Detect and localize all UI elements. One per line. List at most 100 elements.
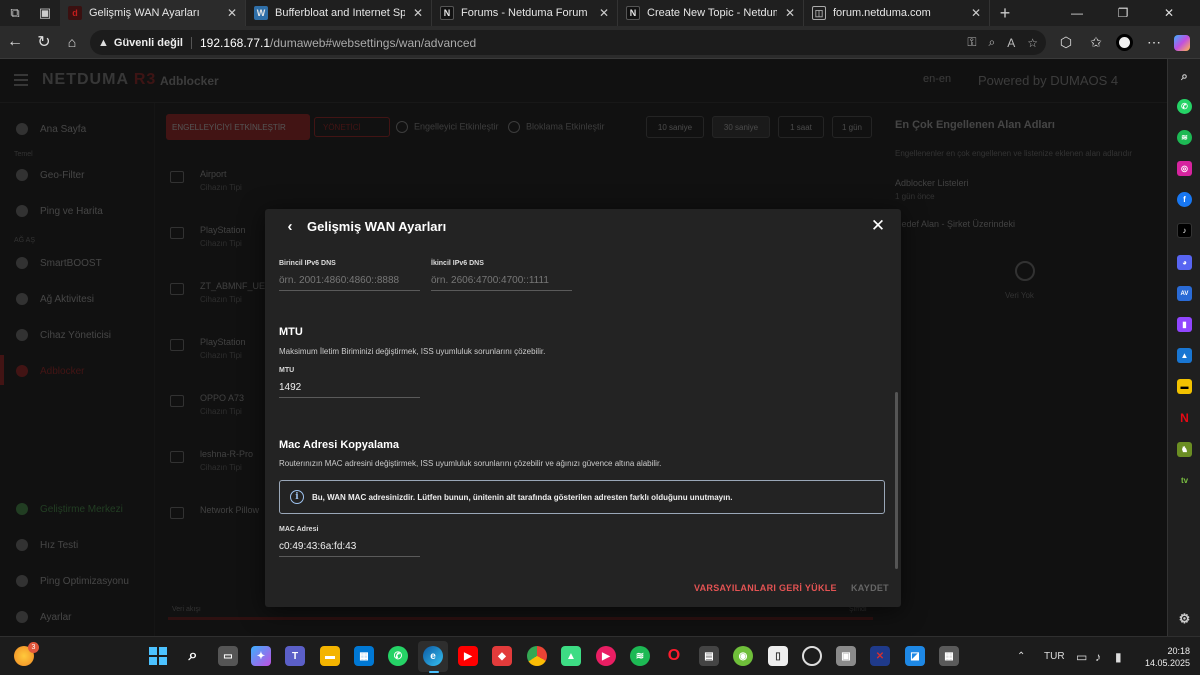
range-30s[interactable]: 30 saniye — [712, 116, 770, 138]
workspaces-icon[interactable]: ⧉ — [0, 0, 30, 26]
sidebar-item[interactable]: Ping Optimizasyonu — [16, 575, 129, 587]
scroll-thumb[interactable] — [895, 392, 898, 569]
clock[interactable]: 20:18 14.05.2025 — [1138, 645, 1190, 669]
chrome-icon[interactable] — [527, 646, 547, 666]
tray-chevron-icon[interactable]: ⌃ — [1017, 637, 1025, 675]
close-tab-icon[interactable]: ✕ — [227, 6, 237, 20]
bluestacks-icon[interactable]: ▲ — [561, 646, 581, 666]
url-field[interactable]: ▲ Güvenli değil 192.168.77.1 /dumaweb#we… — [90, 30, 1046, 55]
toggle-label[interactable]: Engelleyici Etkinleştir — [396, 121, 499, 133]
file-explorer-icon[interactable]: ▬ — [320, 646, 340, 666]
close-tab-icon[interactable]: ✕ — [785, 6, 795, 20]
sidebar-item[interactable]: Ping ve Harita — [16, 205, 103, 217]
restore-defaults-button[interactable]: VARSAYILANLARI GERİ YÜKLE — [694, 583, 837, 593]
tv-icon[interactable]: tv — [1177, 473, 1192, 488]
device-row[interactable]: ZT_ABMNF_UE Cihazın Tipi — [170, 281, 265, 304]
favorites-icon[interactable]: ✩ — [1082, 26, 1110, 59]
notes-icon[interactable]: ▬ — [1177, 379, 1192, 394]
enable-blocker-button[interactable]: ENGELLEYİCİYİ ETKİNLEŞTİR — [166, 114, 310, 140]
start-icon[interactable] — [148, 646, 168, 666]
range-1h[interactable]: 1 saat — [778, 116, 824, 138]
tab-create-topic[interactable]: N Create New Topic - Netduma Foru ✕ — [618, 0, 804, 26]
mtu-input[interactable]: 1492 — [279, 378, 420, 398]
favorite-star-icon[interactable]: ☆ — [1027, 36, 1038, 50]
sidebar-item[interactable]: Geliştirme Merkezi — [16, 503, 123, 515]
close-tab-icon[interactable]: ✕ — [971, 6, 981, 20]
sidebar-item-active[interactable]: Adblocker — [16, 365, 84, 377]
sidebar-item[interactable]: Hız Testi — [16, 539, 78, 551]
microsoft-store-icon[interactable]: ▤ — [699, 646, 719, 666]
sidebar-item[interactable]: Ağ Aktivitesi — [16, 293, 94, 305]
twitch-icon[interactable]: ▮ — [1177, 317, 1192, 332]
remote-icon[interactable]: ◪ — [905, 646, 925, 666]
refresh-icon[interactable]: ↻ — [29, 27, 59, 57]
store-icon[interactable]: ▦ — [354, 646, 374, 666]
more-menu-icon[interactable]: ⋯ — [1140, 26, 1168, 59]
save-button[interactable]: KAYDET — [851, 583, 889, 593]
security-warning[interactable]: ▲ Güvenli değil — [98, 36, 192, 49]
opera-icon[interactable]: O — [664, 646, 684, 666]
speedometer-icon[interactable] — [802, 646, 822, 666]
app-icon[interactable]: ◉ — [733, 646, 753, 666]
device-row[interactable]: leshna-R-Pro Cihazın Tipi — [170, 449, 260, 472]
tiktok-icon[interactable]: ♪ — [1177, 223, 1192, 238]
minimize-icon[interactable]: — — [1054, 0, 1100, 26]
back-icon[interactable]: ← — [0, 27, 30, 57]
volume-icon[interactable]: ♪ — [1095, 637, 1101, 675]
key-icon[interactable]: ⚿ — [967, 35, 976, 50]
discord-icon[interactable]: ◕ — [1177, 255, 1192, 270]
ipv6-secondary-input[interactable]: örn. 2606:4700:4700::1111 — [431, 271, 572, 291]
music-icon[interactable]: ▶ — [596, 646, 616, 666]
ipv6-primary-input[interactable]: örn. 2001:4860:4860::8888 — [279, 271, 420, 291]
netflix-icon[interactable]: N — [1177, 410, 1192, 425]
read-aloud-icon[interactable]: A — [1007, 36, 1015, 50]
tab-actions-icon[interactable]: ▣ — [30, 0, 60, 26]
calculator-icon[interactable]: ▦ — [939, 646, 959, 666]
edge-icon[interactable]: e — [423, 646, 443, 666]
profile-avatar-icon[interactable] — [1110, 26, 1138, 59]
search-icon[interactable]: ⌕ — [1177, 69, 1192, 84]
tab-gelismis-wan[interactable]: d Gelişmiş WAN Ayarları ✕ — [60, 0, 246, 26]
uk-flag-icon[interactable]: ✕ — [870, 646, 890, 666]
sidebar-item[interactable]: Ana Sayfa — [16, 123, 86, 135]
facebook-icon[interactable]: f — [1177, 192, 1192, 207]
sidebar-item[interactable]: Ayarlar — [16, 611, 72, 623]
sidebar-item[interactable]: SmartBOOST — [16, 257, 102, 269]
device-row[interactable]: PlayStation Cihazın Tipi — [170, 337, 260, 360]
chess-icon[interactable]: ♞ — [1177, 442, 1192, 457]
system-icon[interactable]: ▣ — [836, 646, 856, 666]
home-icon[interactable]: ⌂ — [57, 27, 87, 57]
battery-icon[interactable]: ▮ — [1115, 637, 1122, 675]
copilot-icon[interactable] — [1168, 26, 1196, 59]
whatsapp-icon[interactable]: ✆ — [1177, 99, 1192, 114]
range-1d[interactable]: 1 gün — [832, 116, 872, 138]
close-window-icon[interactable]: ✕ — [1146, 0, 1192, 26]
instagram-icon[interactable]: ◎ — [1177, 161, 1192, 176]
mac-address-input[interactable]: c0:49:43:6a:fd:43 — [279, 537, 420, 557]
teams-icon[interactable]: T — [285, 646, 305, 666]
adguard-icon[interactable]: AV — [1177, 286, 1192, 301]
document-icon[interactable]: ▯ — [768, 646, 788, 666]
device-row[interactable]: PlayStation Cihazın Tipi — [170, 225, 260, 248]
toggle-label[interactable]: Bloklama Etkinleştir — [508, 121, 605, 133]
tab-forum-netduma[interactable]: ◫ forum.netduma.com ✕ — [804, 0, 990, 26]
device-row[interactable]: OPPO A73 Cihazın Tipi — [170, 393, 260, 416]
whatsapp-icon[interactable]: ✆ — [388, 646, 408, 666]
photos-icon[interactable]: ▲ — [1177, 348, 1192, 363]
youtube-icon[interactable]: ▶ — [458, 646, 478, 666]
tab-forums[interactable]: N Forums - Netduma Forum ✕ — [432, 0, 618, 26]
back-arrow-icon[interactable]: ‹ — [281, 217, 299, 235]
tab-bufferbloat[interactable]: W Bufferbloat and Internet Speed Te ✕ — [246, 0, 432, 26]
device-row[interactable]: Airport Cihazın Tipi — [170, 169, 260, 192]
close-icon[interactable]: ✕ — [867, 215, 889, 237]
close-tab-icon[interactable]: ✕ — [413, 6, 423, 20]
network-icon[interactable]: ▭ — [1076, 637, 1087, 675]
copilot-icon[interactable]: ✦ — [251, 646, 271, 666]
device-row[interactable]: Network Pillow — [170, 505, 260, 519]
admin-button[interactable]: YÖNETİCİ — [314, 117, 390, 137]
panel-item[interactable]: Adblocker Listeleri — [895, 178, 1165, 188]
close-tab-icon[interactable]: ✕ — [599, 6, 609, 20]
task-view-icon[interactable]: ▭ — [218, 646, 238, 666]
search-icon[interactable]: ⌕ — [183, 646, 203, 666]
settings-icon[interactable]: ⚙ — [1177, 611, 1192, 626]
